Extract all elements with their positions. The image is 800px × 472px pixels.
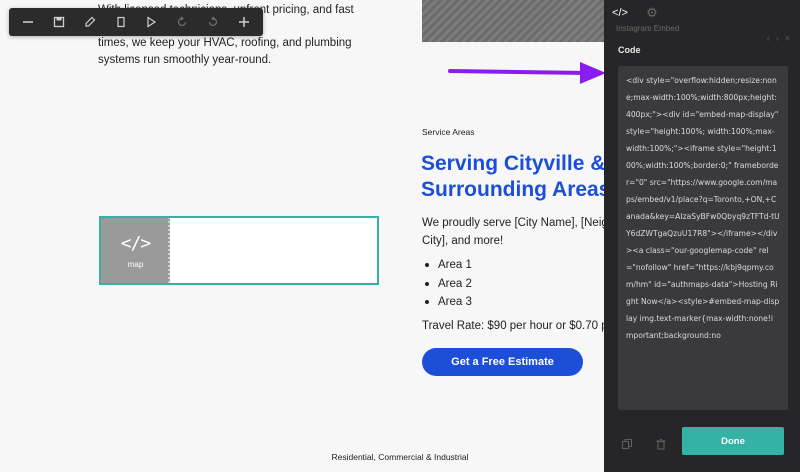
code-textarea[interactable]: <div style="overflow:hidden;resize:none;… — [618, 66, 788, 410]
travel-rate: Travel Rate: $90 per hour or $0.70 per m — [422, 320, 604, 332]
trash-icon[interactable] — [650, 433, 672, 455]
panel-nav: ‹ › × — [767, 33, 790, 43]
list-item: Area 2 — [422, 275, 472, 294]
duplicate-icon[interactable] — [616, 433, 638, 455]
code-icon: </> — [612, 7, 628, 19]
footer-tagline: Residential, Commercial & Industrial — [331, 452, 469, 462]
intro-line: systems run smoothly year-round. — [98, 53, 272, 66]
code-value: <div style="overflow:hidden;resize:none;… — [626, 76, 781, 340]
element-toolbar — [9, 8, 263, 36]
code-icon: </> — [120, 232, 151, 254]
code-field-label: Code — [618, 45, 641, 55]
section-title-line: Surrounding Areas — [421, 178, 604, 201]
tab-code[interactable]: </> — [604, 0, 636, 26]
page-icon[interactable] — [110, 11, 132, 33]
minus-icon[interactable] — [17, 11, 39, 33]
map-placeholder: </> map — [101, 218, 170, 283]
redo-icon[interactable] — [171, 11, 193, 33]
areas-list: Area 1 Area 2 Area 3 — [422, 256, 472, 312]
tab-settings[interactable]: ⚙ — [636, 0, 668, 26]
pointer-arrow-icon — [448, 62, 604, 84]
chevron-left-icon[interactable]: ‹ — [767, 33, 770, 43]
add-icon[interactable] — [233, 11, 255, 33]
description-line: We proudly serve [City Name], [Neighbo — [422, 217, 604, 229]
save-icon[interactable] — [48, 11, 70, 33]
description-line: City], and more! — [422, 235, 504, 247]
section-title-line: Serving Cityville & — [421, 152, 604, 175]
free-estimate-button[interactable]: Get a Free Estimate — [422, 348, 583, 376]
panel-footer: Done — [604, 416, 800, 472]
section-title: Serving Cityville & Surrounding Areas — [421, 151, 604, 203]
code-editor-panel: </> ⚙ Instagram Embed ‹ › × Code <div st… — [604, 0, 800, 472]
map-label: map — [127, 259, 144, 269]
intro-line: times, we keep your HVAC, roofing, and p… — [98, 37, 352, 49]
edit-icon[interactable] — [79, 11, 101, 33]
done-button[interactable]: Done — [682, 427, 784, 455]
play-icon[interactable] — [140, 11, 162, 33]
page-canvas: With licensed technicians, upfront prici… — [0, 0, 604, 472]
section-description: We proudly serve [City Name], [Neighbo C… — [422, 214, 604, 250]
close-icon[interactable]: × — [785, 33, 790, 43]
list-item: Area 1 — [422, 256, 472, 275]
map-embed-block[interactable]: </> map — [99, 216, 379, 285]
panel-tabs: </> ⚙ — [604, 0, 800, 26]
faded-caption: Instagram Embed — [616, 24, 680, 33]
undo-icon[interactable] — [202, 11, 224, 33]
gear-icon: ⚙ — [646, 5, 658, 20]
hero-image[interactable] — [422, 0, 604, 42]
list-item: Area 3 — [422, 293, 472, 312]
chevron-right-icon[interactable]: › — [776, 33, 779, 43]
section-eyebrow: Service Areas — [422, 127, 475, 137]
